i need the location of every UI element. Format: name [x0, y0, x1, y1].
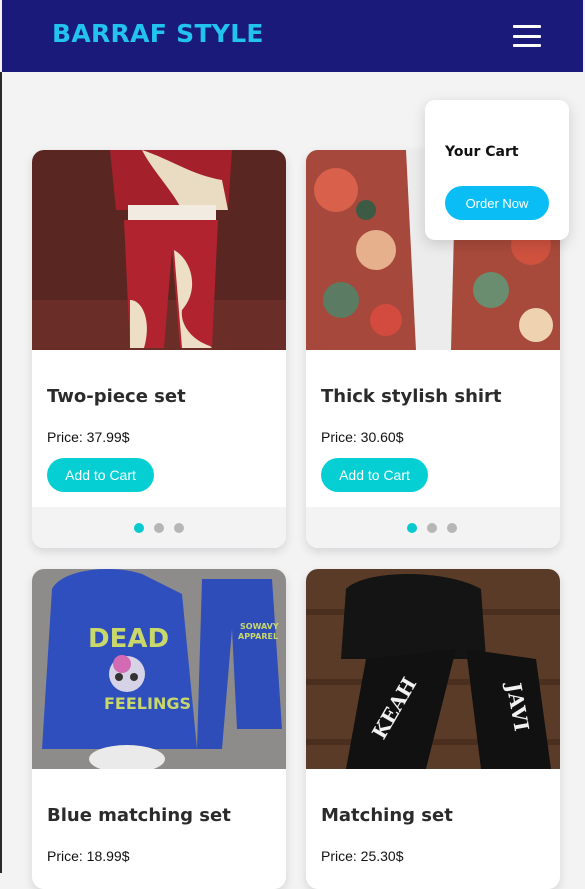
product-title: Two-piece set	[47, 386, 186, 407]
carousel-dot-2[interactable]	[427, 523, 437, 533]
product-title: Blue matching set	[47, 805, 231, 826]
carousel-indicators	[306, 507, 560, 548]
top-header: BARRAF STYLE	[2, 0, 583, 72]
product-image-blue-skull-graphic-tracksuit[interactable]: DEAD FEELINGS SOWAVY APPAREL	[32, 569, 286, 769]
menu-line	[513, 44, 541, 47]
left-border	[0, 72, 2, 873]
red-cream-tracksuit-illustration	[32, 150, 286, 350]
menu-line	[513, 25, 541, 28]
product-title: Matching set	[321, 805, 453, 826]
svg-text:DEAD: DEAD	[88, 624, 169, 654]
svg-text:FEELINGS: FEELINGS	[104, 694, 191, 713]
brand-logo[interactable]: BARRAF STYLE	[52, 19, 264, 48]
product-card-blue-matching-set: DEAD FEELINGS SOWAVY APPAREL Blue matchi…	[32, 569, 286, 889]
add-to-cart-button[interactable]: Add to Cart	[321, 458, 428, 492]
cart-panel: Your Cart Order Now	[425, 100, 569, 240]
product-image-black-gothic-letter-tracksuit[interactable]: KEAH JAVI	[306, 569, 560, 769]
carousel-dot-3[interactable]	[174, 523, 184, 533]
carousel-dot-1[interactable]	[407, 523, 417, 533]
product-price: Price: 37.99$	[47, 429, 130, 445]
product-image-red-cream-tracksuit[interactable]	[32, 150, 286, 350]
hamburger-menu-icon[interactable]	[513, 25, 541, 47]
product-card-two-piece-set: Two-piece set Price: 37.99$ Add to Cart	[32, 150, 286, 548]
product-card-matching-set: KEAH JAVI Matching set Price: 25.30$	[306, 569, 560, 889]
svg-text:SOWAVY: SOWAVY	[240, 622, 279, 631]
add-to-cart-button[interactable]: Add to Cart	[47, 458, 154, 492]
carousel-dot-1[interactable]	[134, 523, 144, 533]
order-now-button[interactable]: Order Now	[445, 186, 549, 220]
product-title: Thick stylish shirt	[321, 386, 502, 407]
black-tracksuit-illustration: KEAH JAVI	[306, 569, 560, 769]
product-price: Price: 25.30$	[321, 848, 404, 864]
carousel-dot-2[interactable]	[154, 523, 164, 533]
cart-title: Your Cart	[445, 144, 519, 160]
product-price: Price: 30.60$	[321, 429, 404, 445]
product-price: Price: 18.99$	[47, 848, 130, 864]
menu-line	[513, 34, 541, 38]
blue-tracksuit-illustration: DEAD FEELINGS SOWAVY APPAREL	[32, 569, 286, 769]
svg-text:APPAREL: APPAREL	[238, 632, 278, 641]
carousel-indicators	[32, 507, 286, 548]
carousel-dot-3[interactable]	[447, 523, 457, 533]
